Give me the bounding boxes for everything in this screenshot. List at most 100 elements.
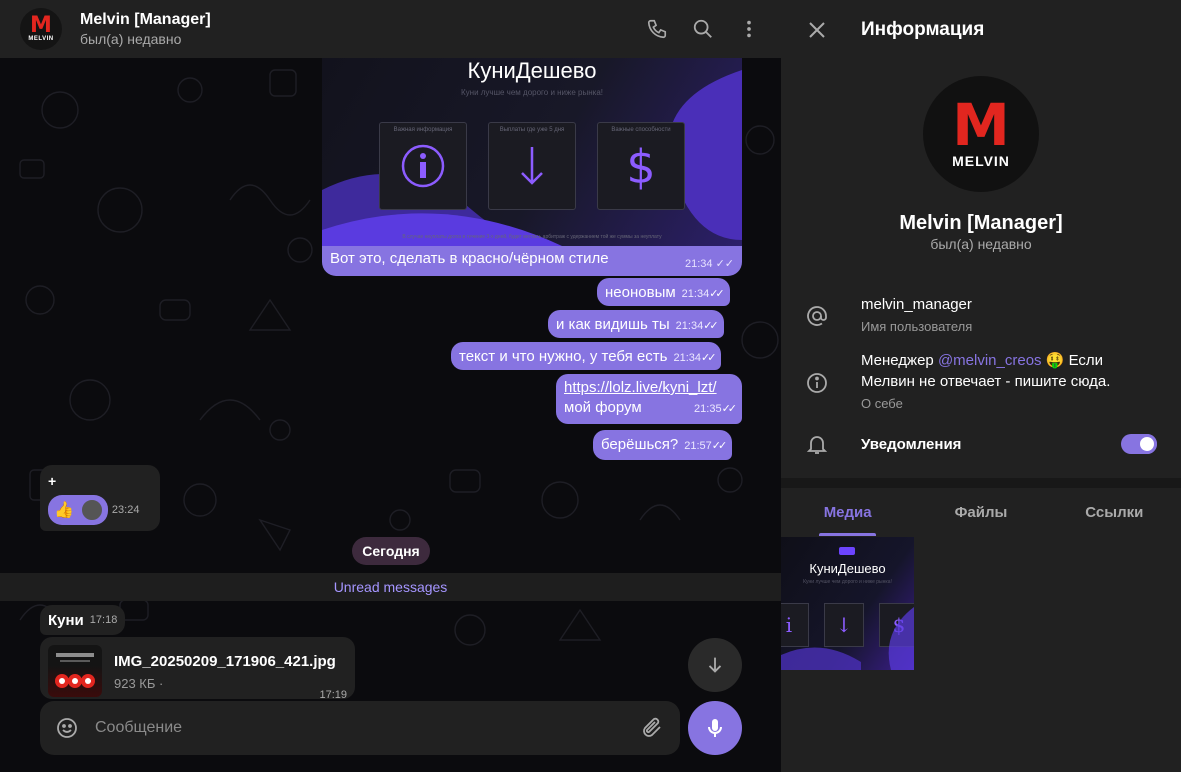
avatar[interactable]: M MELVIN xyxy=(20,8,62,50)
outgoing-message[interactable]: берёшься? 21:57✓✓ xyxy=(593,430,733,460)
double-check-icon: ✓✓ xyxy=(711,440,728,452)
preview-footer: В случае неуплаты долга в течение 3-х дн… xyxy=(402,234,662,240)
notifications-toggle[interactable] xyxy=(1121,434,1157,454)
chat-header[interactable]: M MELVIN Melvin [Manager] был(а) недавно xyxy=(0,0,781,58)
double-check-icon: ✓✓ xyxy=(701,352,717,364)
phone-icon[interactable] xyxy=(645,17,669,41)
thumbs-up-icon: 👍 xyxy=(54,502,74,519)
info-panel: Информация M MELVIN Melvin [Manager] был… xyxy=(781,0,1181,772)
file-message[interactable]: IMG_20250209_171906_421.jpg 923 КБ · 17:… xyxy=(40,637,355,699)
incoming-message[interactable]: + 👍 23:24 xyxy=(40,465,160,531)
preview-title: КуниДешево xyxy=(467,58,597,83)
message-text: мой форум xyxy=(564,399,642,416)
message-time: 21:34 xyxy=(681,288,710,300)
message-time: 23:24 xyxy=(111,504,140,516)
message-text: текст и что нужно, у тебя есть xyxy=(459,348,668,365)
incoming-message[interactable]: Куни 17:18 xyxy=(40,605,126,635)
emoji-icon[interactable] xyxy=(55,716,79,740)
tab-links[interactable]: Ссылки xyxy=(1048,488,1181,536)
bio-text: Менеджер @melvin_creos 🤑 Если Мелвин не … xyxy=(861,352,1111,390)
message-time: 21:34 xyxy=(675,320,704,332)
outgoing-message[interactable]: текст и что нужно, у тебя есть 21:34✓✓ xyxy=(451,342,722,370)
profile-avatar[interactable]: M MELVIN xyxy=(923,76,1039,192)
tab-files[interactable]: Файлы xyxy=(914,488,1047,536)
avatar-letter: M xyxy=(30,13,52,38)
file-size: 923 КБ · xyxy=(114,676,164,691)
section-divider xyxy=(781,478,1181,488)
preview-card-caption: Важная информация xyxy=(393,127,453,133)
message-composer[interactable] xyxy=(40,701,680,755)
message-time: 17:18 xyxy=(89,614,118,626)
outgoing-message[interactable]: и как видишь ты 21:34✓✓ xyxy=(548,310,724,338)
attach-icon[interactable] xyxy=(640,716,664,740)
file-thumbnail[interactable] xyxy=(48,645,102,697)
notifications-label: Уведомления xyxy=(861,436,962,453)
profile-name: Melvin [Manager] xyxy=(899,212,1063,234)
image-caption: Вот это, сделать в красно/чёрном стиле xyxy=(330,250,609,267)
file-name[interactable]: IMG_20250209_171906_421.jpg xyxy=(114,653,336,670)
bell-icon xyxy=(805,432,829,456)
date-separator: Сегодня xyxy=(352,537,430,565)
media-tabs: Медиа Файлы Ссылки xyxy=(781,488,1181,536)
preview-subtitle: Куни лучше чем дорого и ниже рынка! xyxy=(460,88,604,97)
outgoing-message[interactable]: https://lolz.live/kyni_lzt/ мой форум 21:… xyxy=(556,374,742,424)
info-icon xyxy=(805,371,829,395)
voice-record-button[interactable] xyxy=(688,701,742,755)
file-thumbnail-art xyxy=(55,653,95,688)
double-check-icon: ✓✓ xyxy=(715,258,734,270)
profile-status: был(а) недавно xyxy=(930,236,1032,252)
message-input[interactable] xyxy=(95,719,615,737)
more-vertical-icon[interactable] xyxy=(737,17,761,41)
tab-media[interactable]: Медиа xyxy=(781,488,914,536)
chat-title[interactable]: Melvin [Manager] xyxy=(80,11,211,29)
preview-card-dollar: Важные способности $ xyxy=(597,122,685,210)
message-time: 21:34 ✓✓ xyxy=(684,258,734,270)
at-sign-icon xyxy=(805,304,829,328)
search-icon[interactable] xyxy=(691,17,715,41)
bio-label: О себе xyxy=(861,396,903,411)
double-check-icon: ✓✓ xyxy=(721,403,738,415)
message-time: 21:57 xyxy=(684,440,712,452)
preview-card-caption: Важные способности xyxy=(611,127,671,133)
outgoing-message[interactable]: неоновым 21:34✓✓ xyxy=(597,278,730,306)
message-time: 17:19 xyxy=(319,689,347,699)
double-check-icon: ✓✓ xyxy=(703,320,719,332)
message-text: и как видишь ты xyxy=(556,316,670,333)
scroll-down-button[interactable] xyxy=(688,638,742,692)
preview-card-download: Выплаты где уже 5 дня xyxy=(488,122,576,210)
bio-row[interactable]: Менеджер @melvin_creos 🤑 Если Мелвин не … xyxy=(781,350,1181,414)
svg-text:$: $ xyxy=(626,141,655,191)
money-face-icon: 🤑 xyxy=(1045,352,1065,369)
preview-card-info: Важная информация xyxy=(379,122,467,210)
arrow-down-icon xyxy=(521,147,543,185)
message-text: берёшься? xyxy=(601,436,679,453)
image-preview[interactable]: КуниДешево Куни лучше чем дорого и ниже … xyxy=(322,40,742,246)
media-thumbnail[interactable]: КуниДешево Куни лучше чем дорого и ниже … xyxy=(781,537,914,670)
avatar-word: MELVIN xyxy=(952,153,1010,169)
username-row[interactable]: melvin_manager Имя пользователя xyxy=(781,294,1181,340)
reaction-chip[interactable]: 👍 xyxy=(48,495,108,525)
double-check-icon: ✓✓ xyxy=(709,288,725,300)
message-time: 21:35 xyxy=(694,403,722,415)
dollar-icon: $ xyxy=(626,141,655,191)
message-text: Куни xyxy=(48,611,84,629)
unread-messages-divider: Unread messages xyxy=(0,573,781,601)
bio-mention-link[interactable]: @melvin_creos xyxy=(938,352,1042,369)
message-time: 21:34 xyxy=(673,352,701,364)
avatar-word: MELVIN xyxy=(28,36,54,42)
preview-card-caption: Выплаты где уже 5 дня xyxy=(499,127,565,133)
chat-area: M MELVIN Melvin [Manager] был(а) недавно xyxy=(0,0,781,772)
image-message[interactable]: КуниДешево Куни лучше чем дорого и ниже … xyxy=(322,40,742,276)
message-text: неоновым xyxy=(605,284,676,301)
close-icon[interactable] xyxy=(805,18,829,42)
info-icon xyxy=(401,144,445,188)
media-thumb-wave xyxy=(781,607,914,670)
username-label: Имя пользователя xyxy=(861,319,973,334)
message-text: + xyxy=(48,473,57,489)
chat-status: был(а) недавно xyxy=(80,31,182,47)
username-value: melvin_manager xyxy=(861,296,972,313)
avatar-letter: M xyxy=(952,91,1010,159)
arrow-down-icon xyxy=(708,657,722,673)
microphone-icon xyxy=(708,719,722,737)
message-link[interactable]: https://lolz.live/kyni_lzt/ xyxy=(564,378,734,398)
